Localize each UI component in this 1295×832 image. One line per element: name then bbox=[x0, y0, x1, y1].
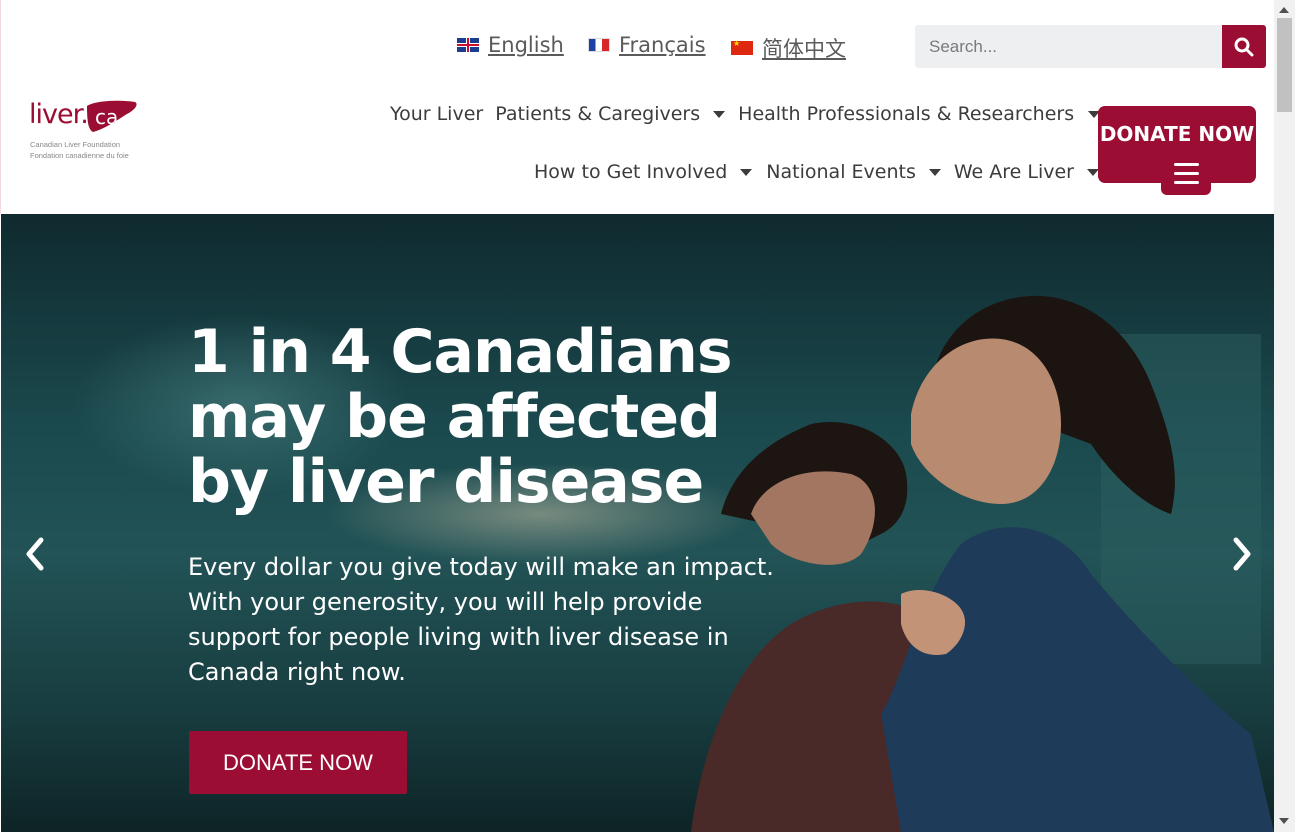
headline-line: may be affected bbox=[188, 382, 721, 452]
scroll-up-arrow-icon[interactable] bbox=[1279, 7, 1289, 13]
nav-label: National Events bbox=[766, 161, 916, 183]
body-line: With your generosity, you will help prov… bbox=[188, 588, 703, 616]
slider-prev-arrow-icon[interactable] bbox=[21, 534, 51, 574]
nav-your-liver[interactable]: Your Liver bbox=[390, 103, 483, 125]
body-line: Every dollar you give today will make an… bbox=[188, 553, 774, 581]
chevron-down-icon bbox=[713, 110, 726, 118]
language-chinese-link[interactable]: 简体中文 bbox=[731, 33, 846, 63]
chevron-down-icon bbox=[928, 168, 941, 176]
nav-patients-caregivers[interactable]: Patients & Caregivers bbox=[495, 103, 726, 125]
language-label: Français bbox=[619, 33, 706, 57]
language-french-link[interactable]: Français bbox=[588, 33, 706, 57]
nav-label: We Are Liver bbox=[953, 161, 1074, 183]
cta-label: DONATE NOW bbox=[223, 749, 373, 775]
nav-how-to-get-involved[interactable]: How to Get Involved bbox=[534, 161, 753, 183]
main-nav-row-1: Your Liver Patients & Caregivers Health … bbox=[390, 103, 1101, 125]
hamburger-line bbox=[1173, 162, 1199, 166]
nav-national-events[interactable]: National Events bbox=[766, 161, 941, 183]
search-bar bbox=[915, 25, 1266, 68]
body-line: support for people living with liver dis… bbox=[188, 623, 729, 651]
chevron-down-icon bbox=[740, 168, 753, 176]
hero-body-text: Every dollar you give today will make an… bbox=[188, 550, 798, 690]
search-icon bbox=[1234, 37, 1254, 56]
nav-label: Patients & Caregivers bbox=[495, 103, 701, 125]
headline-line: 1 in 4 Canadians bbox=[188, 317, 733, 387]
search-button[interactable] bbox=[1222, 25, 1266, 68]
main-nav-row-2: How to Get Involved National Events We A… bbox=[534, 161, 1099, 183]
menu-toggle-button[interactable] bbox=[1161, 151, 1211, 195]
slider-next-arrow-icon[interactable] bbox=[1226, 534, 1256, 574]
language-english-link[interactable]: English bbox=[457, 33, 564, 57]
hamburger-line bbox=[1173, 180, 1199, 184]
nav-label: How to Get Involved bbox=[534, 161, 728, 183]
liver-shape-icon: ca bbox=[87, 100, 137, 132]
france-flag-icon bbox=[588, 38, 610, 52]
page: English Français 简体中文 liver.ca ca bbox=[0, 0, 1274, 832]
site-header: English Français 简体中文 liver.ca ca bbox=[0, 0, 1274, 214]
svg-text:ca: ca bbox=[95, 105, 118, 129]
language-label: English bbox=[488, 33, 564, 57]
body-line: Canada right now. bbox=[188, 658, 406, 686]
nav-we-are-liver[interactable]: We Are Liver bbox=[954, 161, 1099, 183]
language-label: 简体中文 bbox=[762, 37, 846, 61]
nav-health-professionals[interactable]: Health Professionals & Researchers bbox=[738, 103, 1101, 125]
headline-line: by liver disease bbox=[188, 447, 704, 517]
nav-label: Your Liver bbox=[390, 103, 484, 125]
page-scrollbar[interactable] bbox=[1274, 0, 1295, 832]
hero-slider: 1 in 4 Canadians may be affected by live… bbox=[1, 214, 1274, 832]
search-input[interactable] bbox=[915, 25, 1222, 68]
scrollbar-thumb[interactable] bbox=[1277, 18, 1292, 112]
hamburger-line bbox=[1173, 171, 1199, 175]
china-flag-icon bbox=[731, 39, 753, 55]
uk-flag-icon bbox=[457, 38, 479, 52]
donate-label: DONATE NOW bbox=[1099, 122, 1255, 146]
nav-label: Health Professionals & Researchers bbox=[738, 103, 1075, 125]
logo-subtitle-fr: Fondation canadienne du foie bbox=[30, 151, 129, 160]
site-logo[interactable]: liver.ca ca Canadian Liver Foundation Fo… bbox=[29, 99, 139, 163]
logo-subtitle-en: Canadian Liver Foundation bbox=[30, 140, 121, 149]
hero-headline: 1 in 4 Canadians may be affected by live… bbox=[188, 320, 788, 515]
scroll-down-arrow-icon[interactable] bbox=[1279, 818, 1289, 824]
hero-donate-button[interactable]: DONATE NOW bbox=[189, 731, 407, 794]
